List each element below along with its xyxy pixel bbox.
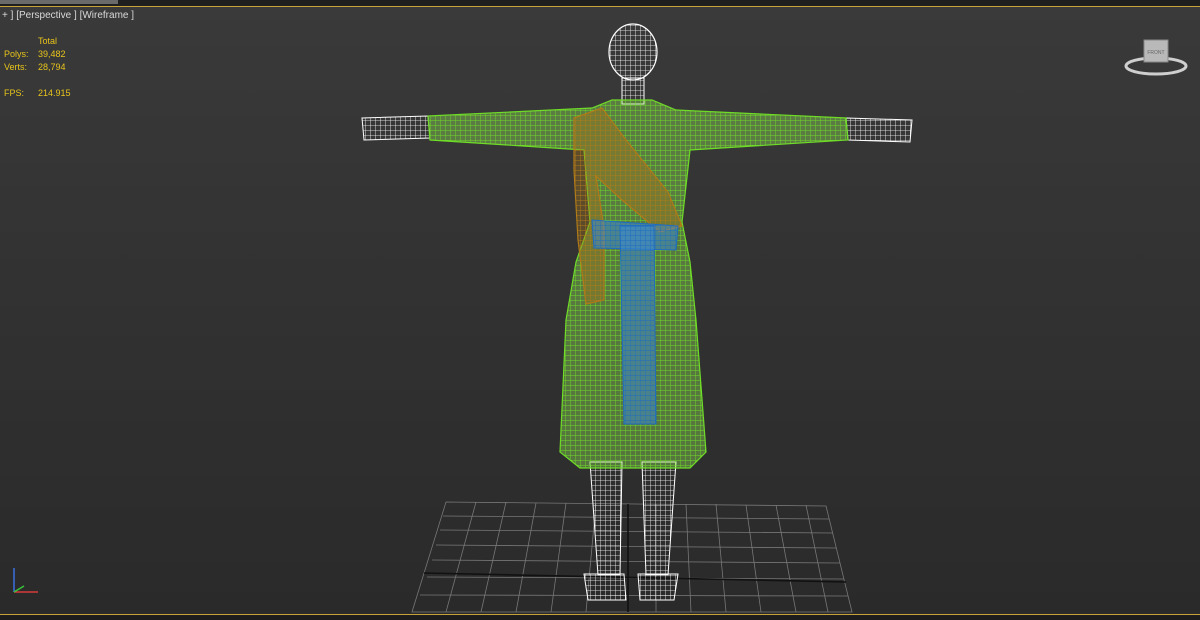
axis-tripod-icon xyxy=(6,562,42,603)
scene-canvas xyxy=(361,23,913,613)
viewcube-icon[interactable]: FRONT xyxy=(1124,36,1188,80)
viewport-bottom-border xyxy=(0,614,1200,620)
viewcube-face-label: FRONT xyxy=(1147,50,1164,56)
home-grid xyxy=(411,501,853,613)
perspective-viewport[interactable]: + ] [Perspective ] [Wireframe ] Total Po… xyxy=(0,0,1200,620)
